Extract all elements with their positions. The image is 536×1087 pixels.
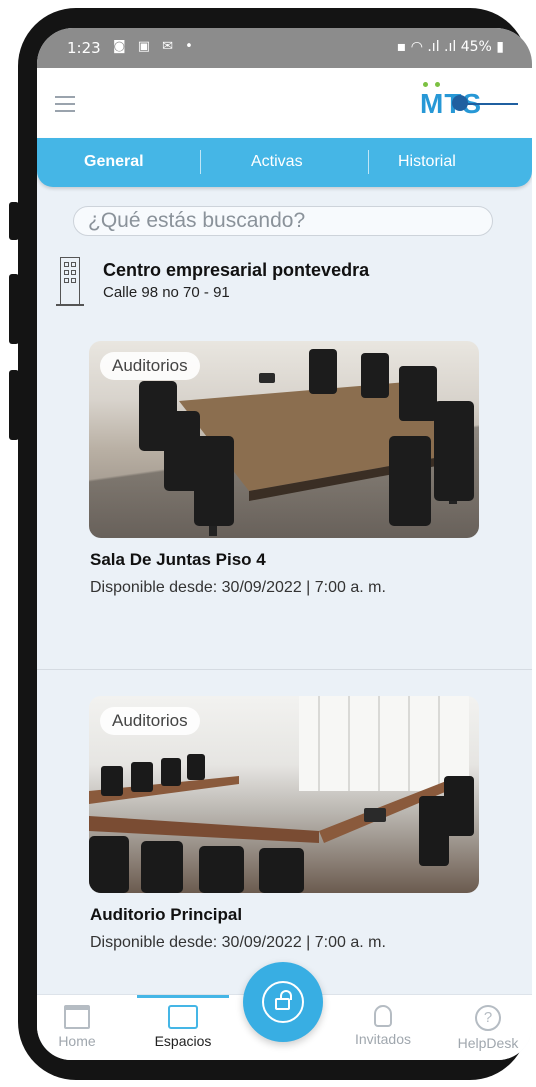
search-input[interactable]: ¿Qué estás buscando? [73,206,493,236]
tab-divider [200,150,201,174]
nav-helpdesk[interactable]: ? HelpDesk [443,995,532,1051]
building-icon-base [56,304,84,306]
person-icon [374,1005,392,1027]
space-availability: Disponible desde: 30/09/2022 | 7:00 a. m… [90,579,386,596]
battery-level: 45% [460,39,492,55]
tab-historial[interactable]: Historial [398,153,456,171]
meeting-room-icon [168,1005,198,1029]
space-availability: Disponible desde: 30/09/2022 | 7:00 a. m… [90,934,386,951]
building-address: Calle 98 no 70 - 91 [103,284,230,301]
nav-label: Home [58,1033,96,1049]
help-circle-icon: ? [475,1005,501,1031]
space-category-tag: Auditorios [100,352,200,380]
building-name: Centro empresarial pontevedra [103,260,370,280]
building-icon [60,257,80,306]
status-time: 1:23 [67,39,101,57]
nav-home[interactable]: Home [47,995,107,1049]
unlock-fab-button[interactable] [243,962,323,1042]
notification-icons: ◙ ▣ ✉ • [113,39,197,54]
space-photo[interactable]: Auditorios [89,696,479,893]
nav-espacios[interactable]: Espacios [143,995,223,1049]
store-icon [64,1005,90,1029]
nav-label: HelpDesk [457,1035,519,1051]
card-divider [37,669,532,670]
space-photo[interactable]: Auditorios [89,341,479,538]
unlock-icon [262,981,304,1023]
battery-icon: ▮ [491,39,504,55]
logo-dot [435,82,440,87]
status-bar: 1:23 ◙ ▣ ✉ • ▪ ◠ .ıl .ıl 45% ▮ [37,28,532,68]
space-category-tag: Auditorios [100,707,200,735]
menu-icon[interactable] [55,96,75,117]
app-screen: 1:23 ◙ ▣ ✉ • ▪ ◠ .ıl .ıl 45% ▮ MTS Gener… [37,28,532,1060]
nav-label: Invitados [354,1031,412,1047]
nav-invitados[interactable]: Invitados [343,995,423,1047]
tab-activas[interactable]: Activas [251,153,303,171]
annotation-pointer-line [458,103,518,105]
tab-divider [368,150,369,174]
space-name[interactable]: Sala De Juntas Piso 4 [90,550,266,570]
tab-bar: General Activas Historial [37,138,532,187]
space-name[interactable]: Auditorio Principal [90,905,242,925]
wifi-signal-icon: ▪ ◠ .ıl .ıl [396,39,461,55]
tab-general[interactable]: General [84,153,144,171]
logo-dot [423,82,428,87]
status-right: ▪ ◠ .ıl .ıl 45% ▮ [397,39,504,55]
nav-label: Espacios [154,1033,212,1049]
